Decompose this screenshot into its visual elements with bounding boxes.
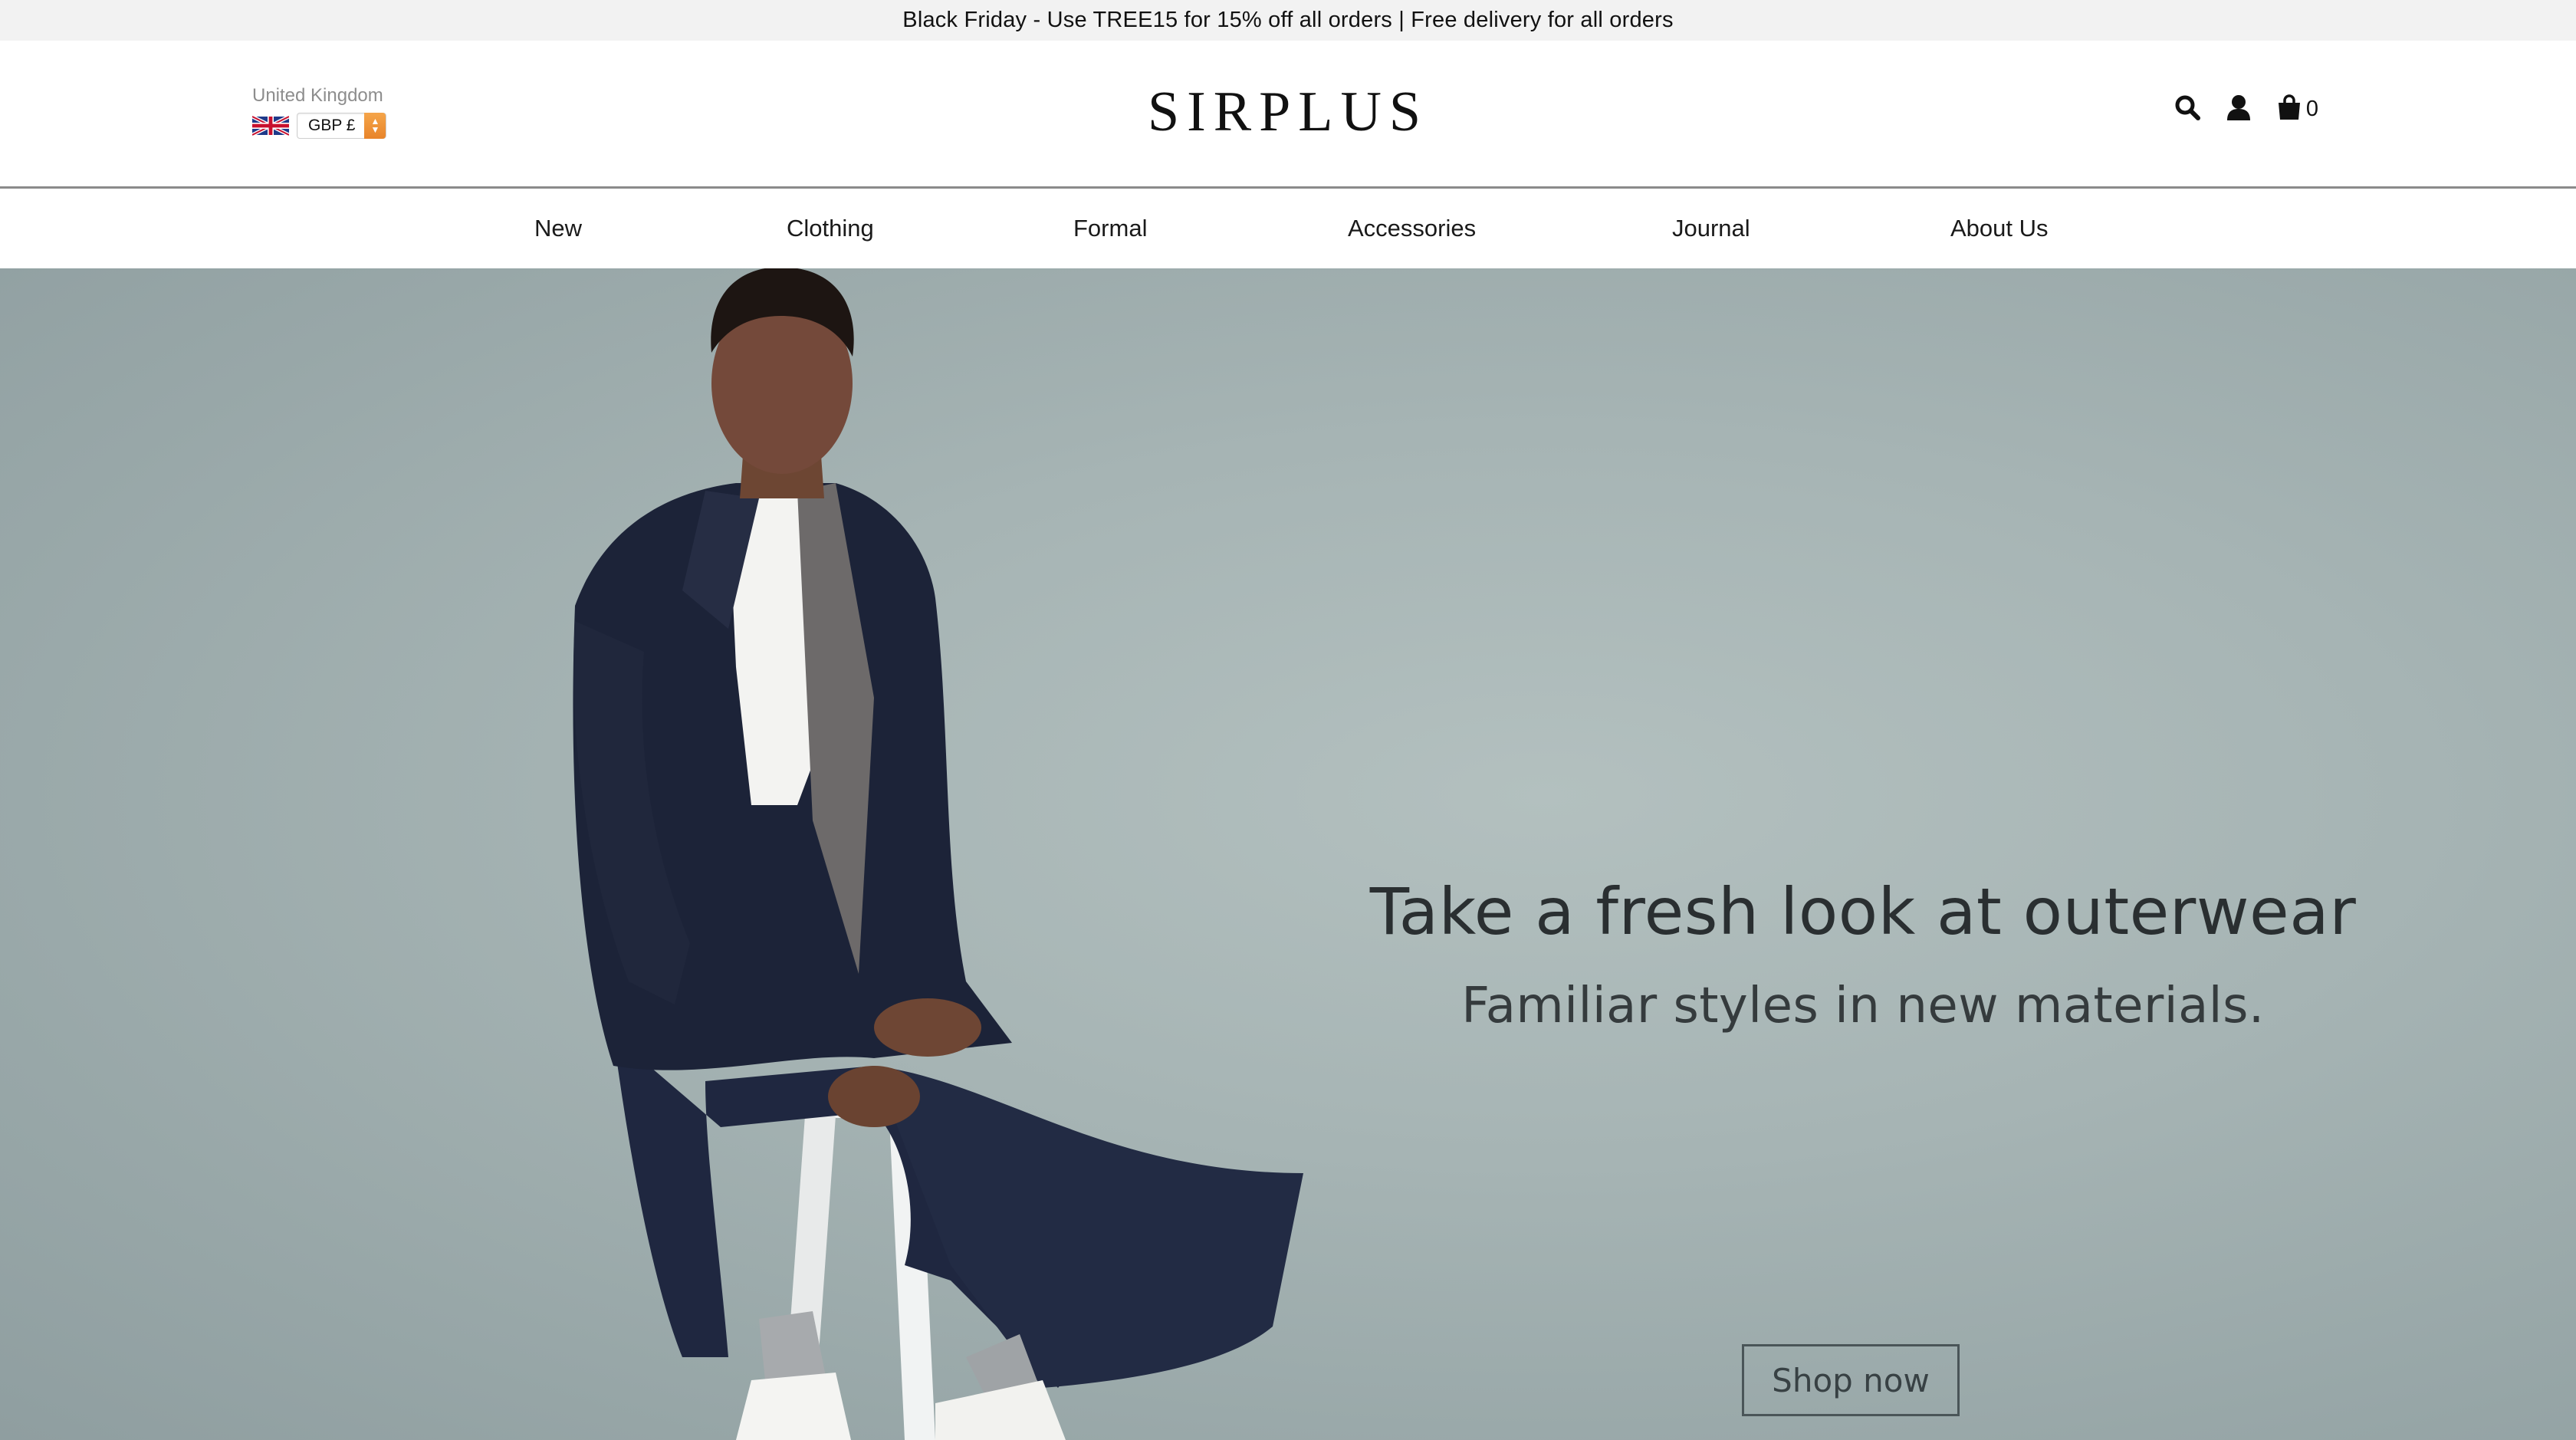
hero-subtitle: Familiar styles in new materials. bbox=[1461, 978, 2265, 1034]
hero-banner: Take a fresh look at outerwear Familiar … bbox=[0, 268, 2576, 1440]
nav-item-formal[interactable]: Formal bbox=[1073, 215, 1147, 242]
hero-model-image bbox=[573, 268, 1303, 1440]
bag-icon bbox=[2278, 94, 2300, 120]
nav-item-about-us[interactable]: About Us bbox=[1950, 215, 2049, 242]
nav-item-clothing[interactable]: Clothing bbox=[787, 215, 874, 242]
account-icon[interactable] bbox=[2226, 94, 2251, 120]
announcement-bar: Black Friday - Use TREE15 for 15% off al… bbox=[0, 0, 2576, 41]
cart-count: 0 bbox=[2305, 97, 2318, 121]
nav-item-accessories[interactable]: Accessories bbox=[1348, 215, 1476, 242]
nav-item-journal[interactable]: Journal bbox=[1672, 215, 1750, 242]
shop-now-button[interactable]: Shop now bbox=[1742, 1344, 1960, 1416]
nav-item-new[interactable]: New bbox=[534, 215, 582, 242]
site-header: United Kingdom GBP £ ▲ ▼ SIRPLUS 0 bbox=[0, 41, 2576, 189]
hero-title: Take a fresh look at outerwear bbox=[1369, 874, 2357, 949]
announcement-text: Black Friday - Use TREE15 for 15% off al… bbox=[902, 8, 1674, 32]
main-nav: New Clothing Formal Accessories Journal … bbox=[0, 189, 2576, 268]
search-icon[interactable] bbox=[2174, 94, 2200, 120]
cart-button[interactable]: 0 bbox=[2277, 94, 2318, 120]
header-icons: 0 bbox=[2174, 94, 2318, 120]
